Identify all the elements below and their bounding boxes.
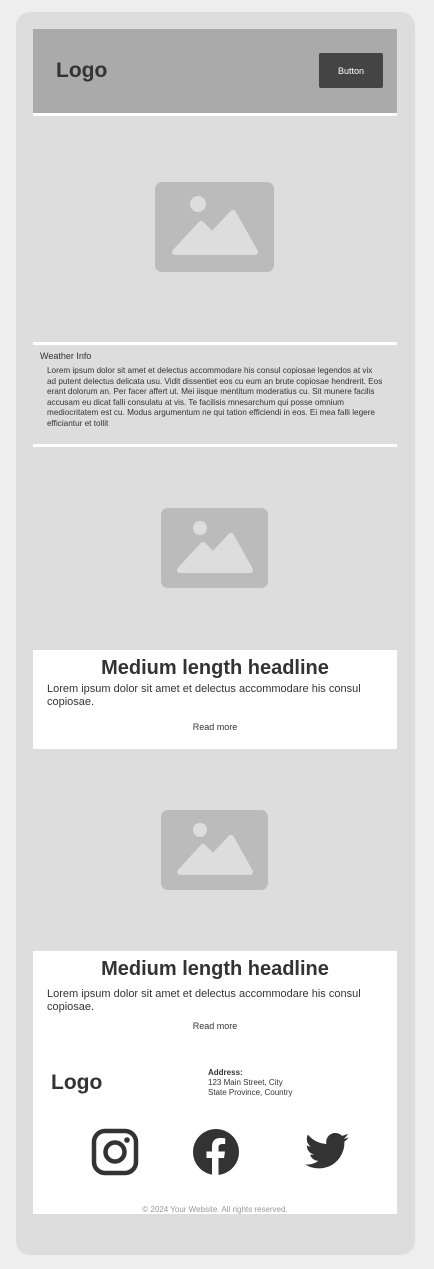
card-body-text: Lorem ipsum dolor sit amet et delectus a…	[47, 683, 361, 708]
image-placeholder-icon	[161, 810, 268, 890]
article-card: Medium length headline Lorem ipsum dolor…	[33, 650, 397, 749]
instagram-icon[interactable]	[91, 1128, 139, 1176]
address-line: State Province, Country	[208, 1088, 293, 1097]
card-headline: Medium length headline	[101, 657, 329, 679]
header: Logo Button	[33, 29, 397, 113]
hero-image-section	[33, 116, 397, 342]
weather-info-section: Weather Info Lorem ipsum dolor sit amet …	[33, 345, 397, 444]
address-label: Address:	[208, 1068, 243, 1077]
address-block: Address: 123 Main Street, City State Pro…	[208, 1068, 292, 1098]
article-image-section	[33, 447, 397, 650]
address-line: 123 Main Street, City	[208, 1078, 283, 1087]
email-content: Logo Button Weather Info Lorem ipsum dol…	[33, 29, 397, 1214]
header-button[interactable]: Button	[319, 53, 383, 88]
twitter-icon[interactable]	[303, 1128, 351, 1176]
article-card: Medium length headline Lorem ipsum dolor…	[33, 951, 397, 1041]
read-more-link[interactable]: Read more	[33, 1021, 397, 1031]
footer: Logo Address: 123 Main Street, City Stat…	[33, 1041, 397, 1214]
card-body-text: Lorem ipsum dolor sit amet et delectus a…	[47, 988, 361, 1013]
image-placeholder-icon	[155, 182, 274, 272]
copyright-text: © 2024 Your Website. All rights reserved…	[142, 1205, 288, 1214]
card-headline: Medium length headline	[101, 958, 329, 980]
article-image-section	[33, 749, 397, 951]
facebook-icon[interactable]	[192, 1128, 240, 1176]
footer-logo: Logo	[51, 1071, 103, 1094]
read-more-link[interactable]: Read more	[33, 722, 397, 732]
weather-title: Weather Info	[40, 351, 92, 361]
email-frame: Logo Button Weather Info Lorem ipsum dol…	[16, 12, 415, 1255]
weather-body-text: Lorem ipsum dolor sit amet et delectus a…	[47, 366, 383, 428]
header-logo: Logo	[56, 59, 108, 82]
image-placeholder-icon	[161, 508, 268, 588]
